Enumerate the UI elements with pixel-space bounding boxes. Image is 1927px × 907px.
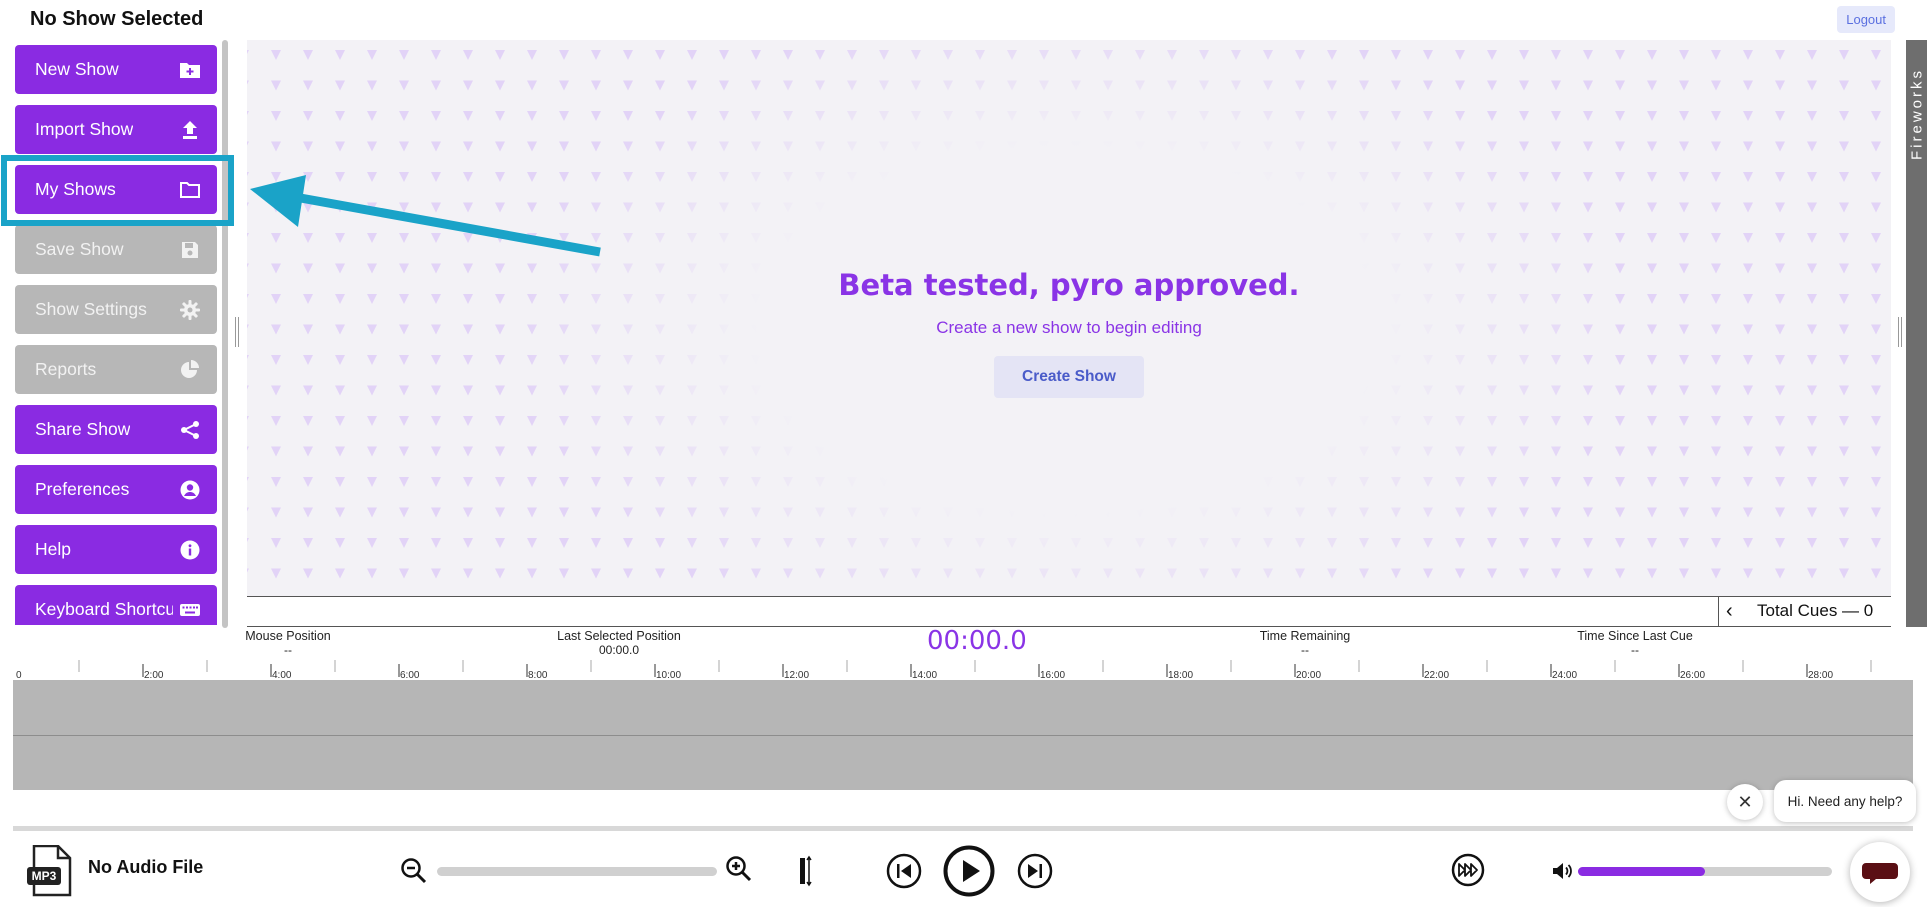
mp3-file-icon: MP3 (24, 844, 76, 897)
sidebar-item-label: Help (35, 539, 71, 559)
sidebar-item-label: Show Settings (35, 299, 147, 319)
sidebar-item-label: Save Show (35, 239, 124, 259)
since-last-cue-value: -- (1631, 643, 1639, 657)
right-resize-handle[interactable] (1898, 317, 1902, 347)
zoom-in-icon[interactable] (725, 855, 753, 888)
save-show-button[interactable]: Save Show (15, 225, 217, 274)
mouse-position-label: Mouse Position (245, 629, 331, 643)
mouse-position: Mouse Position -- (228, 629, 348, 657)
ruler-label: 18:00 (1168, 670, 1193, 680)
ruler-label: 8:00 (528, 670, 548, 680)
time-remaining-label: Time Remaining (1259, 629, 1351, 643)
chat-icon (1862, 863, 1898, 884)
ruler-label: 20:00 (1296, 670, 1321, 680)
time-remaining: Time Remaining -- (1245, 629, 1365, 657)
ruler-label: 22:00 (1424, 670, 1449, 680)
fireworks-tab-label: Fireworks (1908, 67, 1926, 160)
ruler-label: 28:00 (1808, 670, 1833, 680)
new-show-button[interactable]: New Show (15, 45, 217, 94)
total-cues-label: Total Cues — 0 (1757, 601, 1874, 620)
sidebar-item-label: Share Show (35, 419, 131, 439)
logout-button[interactable]: Logout (1837, 6, 1895, 33)
page-title: No Show Selected (30, 8, 204, 30)
pie-chart-icon (179, 359, 201, 381)
last-selected-value: 00:00.0 (598, 643, 640, 657)
chat-message[interactable]: Hi. Need any help? (1774, 780, 1916, 822)
player-divider (13, 826, 1913, 831)
ruler-label: 24:00 (1552, 670, 1577, 680)
tutorial-highlight-box (1, 155, 234, 226)
upload-icon (179, 119, 201, 141)
cue-bar-divider (1718, 597, 1719, 626)
sidebar-item-label: Preferences (35, 479, 130, 499)
keyboard-shortcuts-button[interactable]: Keyboard Shortcuts (15, 585, 217, 625)
ruler-label: 2:00 (144, 670, 164, 680)
skip-back-icon[interactable] (886, 853, 922, 894)
timeline-ruler[interactable]: 0 2:00 4:00 6:00 8:00 10:00 12:00 14:00 16:00 18:… (13, 656, 1913, 680)
chat-launcher-button[interactable] (1850, 842, 1910, 902)
ruler-label: 16:00 (1040, 670, 1065, 680)
sidebar-item-label: Reports (35, 359, 97, 379)
sidebar-scrollbar[interactable] (222, 40, 228, 628)
ruler-label: 0 (16, 670, 22, 680)
playback-speed-icon[interactable] (1451, 853, 1485, 892)
play-button[interactable] (943, 845, 995, 902)
keyboard-icon (179, 599, 201, 621)
time-since-last-cue: Time Since Last Cue -- (1565, 629, 1705, 657)
share-show-button[interactable]: Share Show (15, 405, 217, 454)
audio-file-name: No Audio File (88, 857, 204, 877)
help-button[interactable]: Help (15, 525, 217, 574)
info-icon (179, 539, 201, 561)
skip-forward-icon[interactable] (1017, 853, 1053, 894)
file-badge: MP3 (31, 869, 57, 883)
sidebar: New Show Import Show My Shows Save Show … (0, 40, 232, 625)
volume-icon[interactable] (1551, 860, 1573, 887)
fit-height-icon[interactable] (797, 855, 813, 892)
user-circle-icon (179, 479, 201, 501)
preferences-button[interactable]: Preferences (15, 465, 217, 514)
empty-state-subtitle: Create a new show to begin editing (936, 318, 1202, 337)
create-show-button[interactable]: Create Show (994, 356, 1144, 398)
zoom-out-icon[interactable] (400, 857, 428, 890)
sidebar-item-label: New Show (35, 59, 119, 79)
ruler-label: 26:00 (1680, 670, 1705, 680)
tutorial-arrow (250, 175, 601, 257)
left-resize-handle[interactable] (235, 317, 239, 347)
empty-state-title: Beta tested, pyro approved. (838, 268, 1300, 302)
volume-slider-fill (1578, 867, 1705, 876)
close-icon[interactable]: ✕ (1727, 784, 1763, 820)
ruler-label: 6:00 (400, 670, 420, 680)
zoom-slider[interactable] (437, 867, 717, 876)
sidebar-item-label: Import Show (35, 119, 134, 139)
since-last-cue-label: Time Since Last Cue (1577, 629, 1693, 643)
import-show-button[interactable]: Import Show (15, 105, 217, 154)
last-selected-label: Last Selected Position (557, 629, 681, 643)
ruler-label: 4:00 (272, 670, 292, 680)
ruler-label: 12:00 (784, 670, 809, 680)
reports-button[interactable]: Reports (15, 345, 217, 394)
cue-bar (247, 596, 1891, 627)
ruler-label: 14:00 (912, 670, 937, 680)
mouse-position-value: -- (284, 643, 292, 657)
current-time: 00:00.0 (927, 626, 1027, 656)
time-remaining-value: -- (1301, 643, 1309, 657)
show-settings-button[interactable]: Show Settings (15, 285, 217, 334)
track-center-line (13, 735, 1913, 736)
gear-icon (179, 299, 201, 321)
share-icon (179, 419, 201, 441)
floppy-icon (179, 239, 201, 261)
folder-plus-icon (179, 59, 201, 81)
ruler-label: 10:00 (656, 670, 681, 680)
chevron-left-icon[interactable]: ‹ (1726, 600, 1733, 623)
last-selected-position: Last Selected Position 00:00.0 (539, 629, 699, 657)
sidebar-item-label: Keyboard Shortcuts (35, 599, 173, 619)
play-icon (943, 845, 995, 897)
empty-state: Beta tested, pyro approved. Create a new… (247, 268, 1891, 338)
